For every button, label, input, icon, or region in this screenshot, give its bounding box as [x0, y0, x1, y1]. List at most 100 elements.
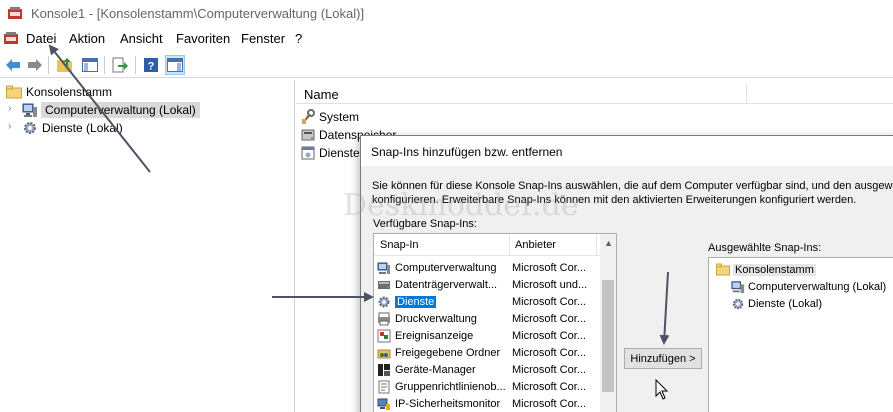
export-list-button[interactable]	[110, 55, 130, 75]
snapin-name: Datenträgerverwalt...	[395, 278, 498, 291]
snapin-row[interactable]: Ereignisanzeige Microsoft Cor...	[377, 327, 599, 344]
disk-management-icon	[378, 280, 390, 289]
export-list-icon	[112, 57, 128, 73]
snapin-row[interactable]: Dienste Microsoft Cor...	[377, 293, 599, 310]
services-gear-icon	[24, 122, 36, 134]
tree-root-label: Konsolenstamm	[26, 85, 113, 99]
show-hide-action-pane-button[interactable]	[165, 55, 185, 75]
snapin-row[interactable]: Druckverwaltung Microsoft Cor...	[377, 310, 599, 327]
device-manager-icon	[378, 363, 390, 376]
snapin-name: Geräte-Manager	[395, 363, 476, 376]
dialog-title: Snap-Ins hinzufügen bzw. entfernen	[371, 145, 563, 159]
list-header: Snap-In Anbieter	[374, 234, 602, 256]
selected-snapins-list[interactable]: Konsolenstamm Computerverwaltung (Lokal)…	[708, 257, 893, 412]
tree-item-computerverwaltung[interactable]: Computerverwaltung (Lokal)	[22, 101, 200, 119]
computer-management-icon	[731, 281, 745, 294]
snapin-row[interactable]: Gruppenrichtlinienob... Microsoft Cor...	[377, 378, 599, 395]
snapin-row[interactable]: Geräte-Manager Microsoft Cor...	[377, 361, 599, 378]
snapin-name: Ereignisanzeige	[395, 329, 474, 342]
up-folder-icon	[57, 58, 72, 72]
menu-help[interactable]: ?	[295, 31, 302, 46]
snapin-vendor: Microsoft Cor...	[512, 363, 586, 376]
up-level-button[interactable]	[55, 55, 75, 75]
result-row-system[interactable]: System	[300, 108, 359, 126]
snapin-name: IP-Sicherheitsmonitor	[395, 397, 501, 410]
snapin-vendor: Microsoft Cor...	[512, 380, 586, 393]
snapin-name: Dienste	[395, 295, 437, 308]
toolbar-separator	[48, 56, 49, 74]
snapin-row[interactable]: Datenträgerverwalt... Microsoft und...	[377, 276, 599, 293]
snapin-vendor: Microsoft Cor...	[512, 261, 586, 274]
vertical-scrollbar[interactable]: ▲	[600, 234, 616, 412]
console-tree: Konsolenstamm › Computerverwaltung (Loka…	[0, 80, 295, 412]
tree-root[interactable]: Konsolenstamm	[6, 83, 112, 101]
tree-item-label: Dienste (Lokal)	[42, 121, 123, 135]
dialog-title-bar[interactable]: Snap-Ins hinzufügen bzw. entfernen	[361, 136, 893, 166]
computer-management-icon	[22, 103, 37, 117]
toolbar-separator	[135, 56, 136, 74]
menu-bar: Datei Aktion Ansicht Favoriten Fenster ?	[0, 28, 893, 50]
snapin-name: Freigegebene Ordner	[395, 346, 501, 359]
tree-item-dienste[interactable]: Dienste (Lokal)	[22, 119, 123, 137]
snapin-vendor: Microsoft Cor...	[512, 295, 586, 308]
column-header-vendor[interactable]: Anbieter	[515, 239, 556, 251]
column-header[interactable]: Name	[296, 84, 893, 104]
column-header-name: Name	[304, 87, 339, 102]
mouse-cursor-icon	[655, 379, 669, 400]
services-apps-icon	[301, 146, 315, 160]
selected-item-dienste[interactable]: Dienste (Lokal)	[731, 296, 822, 312]
expand-chevron-icon[interactable]: ›	[8, 103, 11, 114]
snapin-row[interactable]: Freigegebene Ordner Microsoft Cor...	[377, 344, 599, 361]
column-divider[interactable]	[746, 84, 747, 104]
menu-aktion[interactable]: Aktion	[69, 31, 105, 46]
snapin-vendor: Microsoft Cor...	[512, 312, 586, 325]
services-icon	[378, 296, 390, 307]
scroll-up-icon[interactable]: ▲	[604, 238, 613, 248]
group-policy-icon	[378, 380, 390, 393]
snapin-dialog: Snap-Ins hinzufügen bzw. entfernen Sie k…	[360, 135, 893, 412]
window-title: Konsole1 - [Konsolenstamm\Computerverwal…	[31, 6, 365, 21]
mmc-app-icon	[8, 7, 22, 19]
storage-icon	[301, 129, 315, 141]
forward-button[interactable]	[25, 55, 45, 75]
show-hide-tree-button[interactable]	[80, 55, 100, 75]
scrollbar-thumb[interactable]	[602, 280, 614, 392]
title-bar: Konsole1 - [Konsolenstamm\Computerverwal…	[0, 0, 893, 28]
snapin-row[interactable]: Computerverwaltung Microsoft Cor...	[377, 259, 599, 276]
help-button[interactable]: ?	[141, 55, 161, 75]
available-snapins-list[interactable]: Snap-In Anbieter ▲ Computerverwaltung Mic…	[373, 233, 617, 412]
folder-icon	[716, 263, 730, 276]
system-menu-icon[interactable]	[3, 31, 19, 45]
back-button[interactable]	[3, 55, 23, 75]
event-viewer-icon	[377, 329, 391, 342]
selected-item-label: Dienste (Lokal)	[748, 298, 822, 310]
tree-item-label: Computerverwaltung (Lokal)	[41, 102, 200, 118]
menu-datei[interactable]: Datei	[26, 31, 56, 46]
selected-root[interactable]: Konsolenstamm	[716, 262, 816, 278]
folder-icon	[6, 85, 22, 99]
column-header-snapin[interactable]: Snap-In	[380, 239, 419, 251]
snapin-row[interactable]: IP-Sicherheitsmonitor Microsoft Cor...	[377, 395, 599, 412]
toolbar-separator	[104, 56, 105, 74]
snapin-vendor: Microsoft und...	[512, 278, 588, 291]
menu-ansicht[interactable]: Ansicht	[120, 31, 163, 46]
snapin-name: Druckverwaltung	[395, 312, 477, 325]
show-hide-tree-icon	[82, 58, 98, 72]
expand-chevron-icon[interactable]: ›	[8, 121, 11, 132]
result-row-label: System	[319, 110, 360, 124]
selected-label: Ausgewählte Snap-Ins:	[708, 242, 822, 254]
snapin-vendor: Microsoft Cor...	[512, 397, 586, 410]
result-row-dienste[interactable]: Dienste	[300, 144, 360, 162]
menu-fenster[interactable]: Fenster	[241, 31, 285, 46]
toolbar: ?	[0, 52, 893, 78]
column-divider[interactable]	[596, 234, 597, 256]
snapin-name: Computerverwaltung	[395, 261, 497, 274]
selected-root-label: Konsolenstamm	[733, 264, 816, 276]
add-button[interactable]: Hinzufügen >	[624, 348, 702, 369]
column-divider[interactable]	[509, 234, 510, 256]
watermark: Deskmodder.de	[343, 188, 579, 223]
menu-favoriten[interactable]: Favoriten	[176, 31, 230, 46]
selected-item-label: Computerverwaltung (Lokal)	[748, 281, 887, 293]
back-icon	[6, 59, 20, 71]
selected-item-computerverwaltung[interactable]: Computerverwaltung (Lokal)	[731, 279, 886, 295]
